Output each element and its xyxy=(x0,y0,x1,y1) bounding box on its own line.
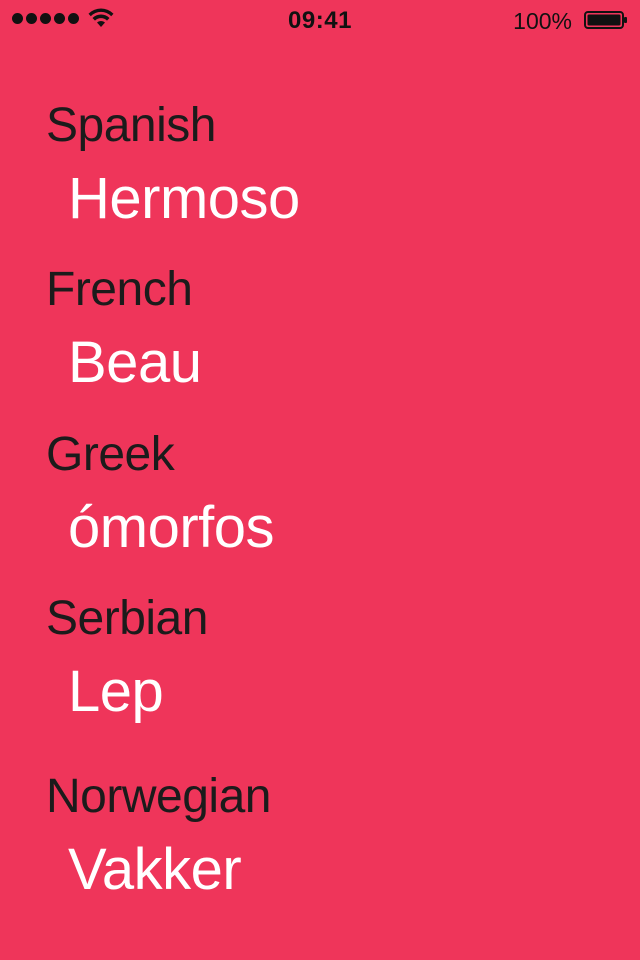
language-name-serbian: Serbian xyxy=(46,592,208,645)
language-name-greek: Greek xyxy=(46,428,175,481)
language-name-spanish: Spanish xyxy=(46,99,216,152)
translation-word-spanish: Hermoso xyxy=(68,166,300,231)
language-name-french: French xyxy=(46,263,193,316)
translation-word-greek: ómorfos xyxy=(68,495,275,560)
battery-percent: 100% xyxy=(513,8,572,34)
translation-word-french: Beau xyxy=(68,330,202,395)
language-name-norwegian: Norwegian xyxy=(46,770,271,823)
battery-icon xyxy=(584,11,627,29)
translation-word-serbian: Lep xyxy=(68,659,164,724)
translation-word-norwegian: Vakker xyxy=(68,837,242,902)
status-bar: 09:41 100% xyxy=(0,0,640,40)
